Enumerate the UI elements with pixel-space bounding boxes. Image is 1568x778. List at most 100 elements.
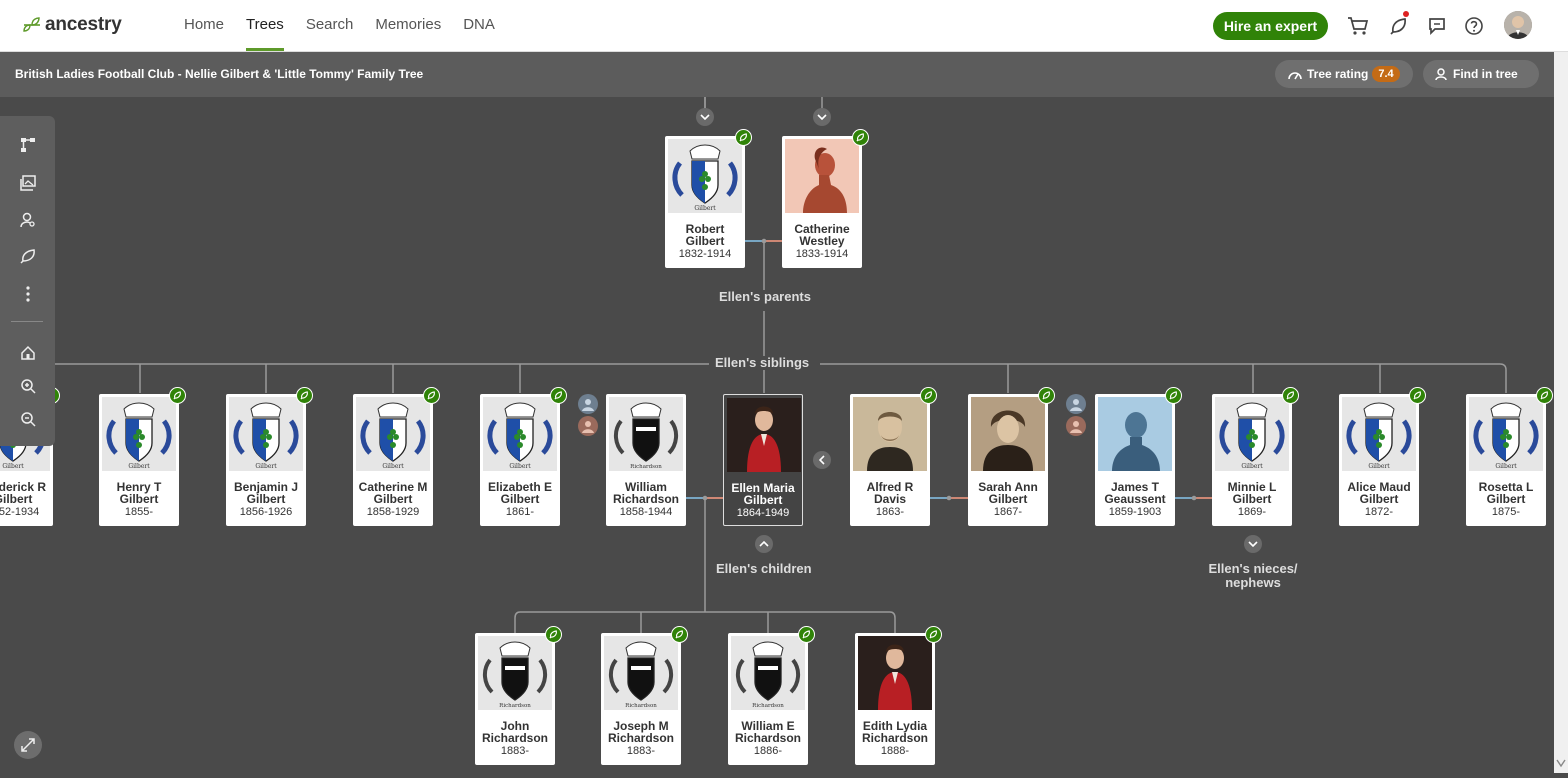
tree-view-icon[interactable] (16, 133, 40, 157)
person-photo (1098, 397, 1172, 471)
sibling-card[interactable]: Gilbert Catherine M Gilbert 1858-1929 (353, 394, 433, 526)
search-person-icon[interactable] (16, 208, 40, 232)
more-options-icon[interactable] (16, 282, 40, 306)
person-photo: Gilbert (483, 397, 557, 471)
person-photo (853, 397, 927, 471)
messages-icon[interactable] (1426, 15, 1448, 37)
person-dates: 1859-1903 (1108, 506, 1162, 518)
sibling-card[interactable]: James T Geaussent 1859-1903 (1095, 394, 1175, 526)
main-nav: Home Trees Search Memories DNA (184, 0, 517, 51)
hint-leaf-icon[interactable] (671, 626, 688, 643)
svg-text:Gilbert: Gilbert (2, 463, 24, 470)
hint-leaf-icon[interactable] (925, 626, 942, 643)
zoom-in-icon[interactable] (16, 374, 40, 398)
sibling-card[interactable]: Gilbert Alice Maud Gilbert 1872- (1339, 394, 1419, 526)
hint-leaf-icon[interactable] (1409, 387, 1426, 404)
fullscreen-expand-icon[interactable] (14, 731, 42, 759)
child-card[interactable]: Richardson William E Richardson 1886- (728, 633, 808, 765)
ancestry-logo[interactable]: ancestry (22, 13, 122, 37)
person-photo (971, 397, 1045, 471)
person-name: Joseph M Richardson (607, 719, 674, 745)
sibling-card[interactable]: Richardson William Richardson 1858-1944 (606, 394, 686, 526)
sibling-card[interactable]: Gilbert Minnie L Gilbert 1869- (1212, 394, 1292, 526)
parent-card-father[interactable]: Gilbert Robert Gilbert 1832-1914 (665, 136, 745, 268)
person-photo (858, 636, 932, 710)
sibling-card[interactable]: Gilbert Elizabeth E Gilbert 1861- (480, 394, 560, 526)
person-dates: 1875- (1491, 506, 1521, 518)
help-icon[interactable] (1463, 15, 1485, 37)
hint-leaf-icon[interactable] (798, 626, 815, 643)
hint-leaf-icon[interactable] (1282, 387, 1299, 404)
siblings-section-label: Ellen's siblings (712, 356, 813, 370)
person-photo: Gilbert (1342, 397, 1416, 471)
person-dates: 1872- (1364, 506, 1394, 518)
svg-text:Gilbert: Gilbert (255, 463, 277, 470)
nav-dna[interactable]: DNA (463, 0, 495, 51)
hint-leaf-icon[interactable] (423, 387, 440, 404)
person-name: Catherine Westley (794, 222, 850, 248)
alt-spouse-icon[interactable] (1066, 394, 1086, 414)
hint-leaf-icon[interactable] (735, 129, 752, 146)
tree-rating-button[interactable]: Tree rating 7.4 (1275, 60, 1413, 88)
person-name: Henry T Gilbert (116, 480, 162, 506)
sibling-card[interactable]: Gilbert Benjamin J Gilbert 1856-1926 (226, 394, 306, 526)
child-card[interactable]: Edith Lydia Richardson 1888- (855, 633, 935, 765)
person-dates: 1883- (626, 745, 656, 757)
home-person-icon[interactable] (16, 341, 40, 365)
child-card[interactable]: Richardson Joseph M Richardson 1883- (601, 633, 681, 765)
nav-trees[interactable]: Trees (246, 0, 284, 51)
person-photo: Gilbert (668, 139, 742, 213)
person-photo: Gilbert (229, 397, 303, 471)
person-photo: Richardson (731, 636, 805, 710)
alt-spouse-icon[interactable] (578, 394, 598, 414)
tree-title[interactable]: British Ladies Football Club - Nellie Gi… (15, 67, 423, 81)
cart-icon[interactable] (1347, 15, 1369, 37)
tree-rating-badge: 7.4 (1372, 66, 1400, 82)
hint-leaf-icon[interactable] (1536, 387, 1553, 404)
hint-leaf-icon[interactable] (545, 626, 562, 643)
expand-nieces-nephews-button[interactable] (1244, 535, 1262, 553)
user-avatar[interactable] (1504, 11, 1532, 39)
person-photo: Gilbert (1469, 397, 1543, 471)
hint-leaf-icon[interactable] (1165, 387, 1182, 404)
media-gallery-icon[interactable] (16, 171, 40, 195)
hints-icon[interactable] (1388, 11, 1410, 37)
find-in-tree-button[interactable]: Find in tree (1423, 60, 1539, 88)
person-name: Minnie L Gilbert (1227, 480, 1277, 506)
hint-leaf-icon[interactable] (296, 387, 313, 404)
svg-text:Gilbert: Gilbert (694, 205, 716, 212)
person-photo: Gilbert (1215, 397, 1289, 471)
expand-father-ancestors-button[interactable] (696, 108, 714, 126)
expand-mother-ancestors-button[interactable] (813, 108, 831, 126)
sibling-card[interactable]: Gilbert Rosetta L Gilbert 1875- (1466, 394, 1546, 526)
child-card[interactable]: Richardson John Richardson 1883- (475, 633, 555, 765)
zoom-out-icon[interactable] (16, 407, 40, 431)
sibling-card[interactable]: Sarah Ann Gilbert 1867- (968, 394, 1048, 526)
alt-spouse-icon[interactable] (1066, 416, 1086, 436)
focus-person-card[interactable]: Ellen Maria Gilbert 1864-1949 (723, 394, 803, 526)
person-dates: 1852-1934 (0, 506, 40, 518)
alt-spouse-icon[interactable] (578, 416, 598, 436)
hire-expert-button[interactable]: Hire an expert (1213, 12, 1328, 40)
vertical-scrollbar[interactable] (1554, 52, 1568, 773)
hint-leaf-icon[interactable] (550, 387, 567, 404)
svg-text:Gilbert: Gilbert (1368, 463, 1390, 470)
hint-leaf-icon[interactable] (852, 129, 869, 146)
nav-home[interactable]: Home (184, 0, 224, 51)
sibling-card[interactable]: Alfred R Davis 1863- (850, 394, 930, 526)
svg-text:Gilbert: Gilbert (509, 463, 531, 470)
hints-leaf-icon[interactable] (16, 244, 40, 268)
collapse-children-button[interactable] (755, 535, 773, 553)
person-name: James T Geaussent (1104, 480, 1166, 506)
parent-card-mother[interactable]: Catherine Westley 1833-1914 (782, 136, 862, 268)
hint-leaf-icon[interactable] (169, 387, 186, 404)
nav-search[interactable]: Search (306, 0, 354, 51)
person-dates: 1833-1914 (795, 248, 849, 260)
hint-leaf-icon[interactable] (1038, 387, 1055, 404)
nav-memories[interactable]: Memories (375, 0, 441, 51)
sibling-card[interactable]: Gilbert Henry T Gilbert 1855- (99, 394, 179, 526)
person-dates: 1832-1914 (678, 248, 732, 260)
family-tree-canvas[interactable]: Ellen's parents Ellen's siblings Ellen's… (0, 97, 1554, 773)
hint-leaf-icon[interactable] (920, 387, 937, 404)
scroll-siblings-left-button[interactable] (813, 451, 831, 469)
